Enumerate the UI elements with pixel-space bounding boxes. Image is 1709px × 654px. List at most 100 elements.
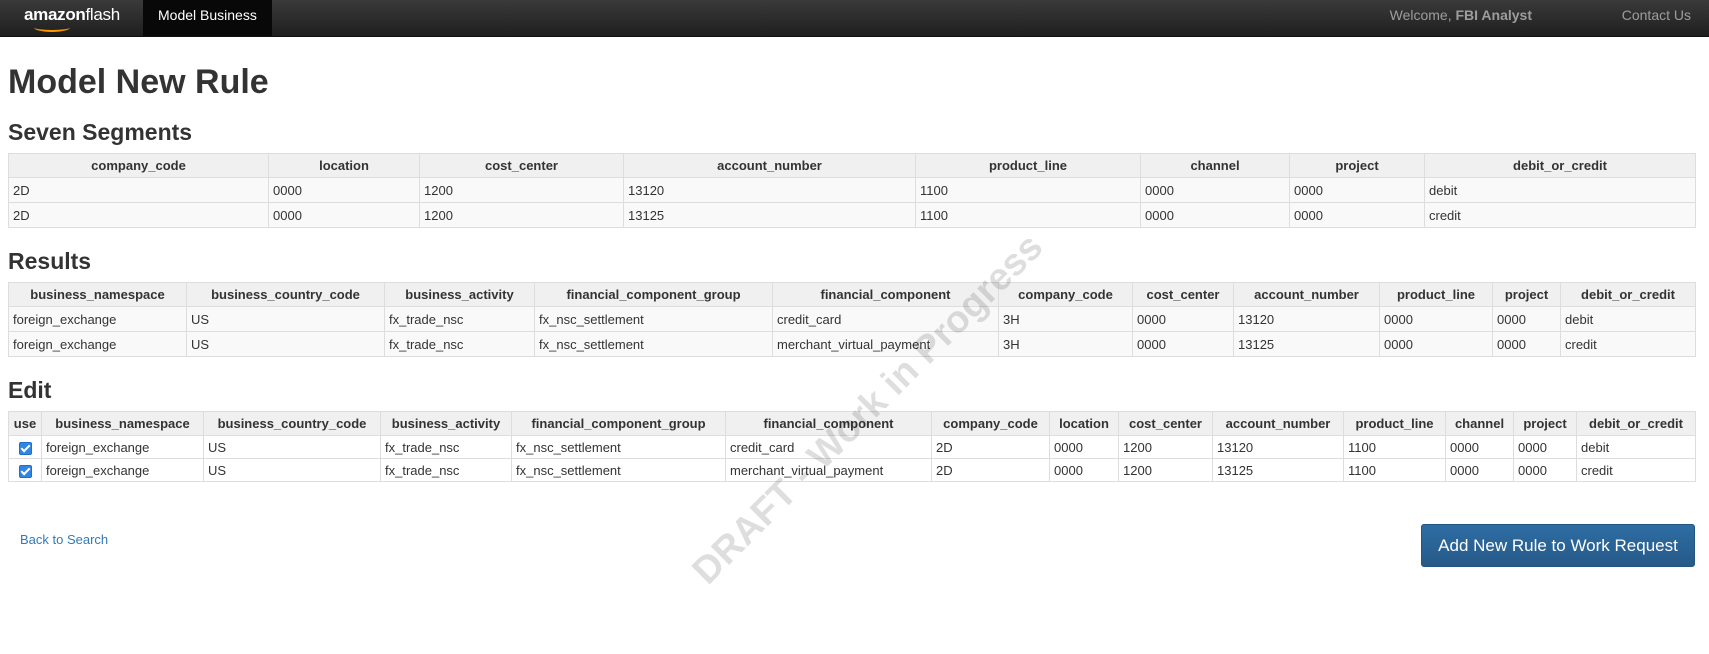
seven-segments-heading: Seven Segments [8, 119, 193, 145]
add-new-rule-button[interactable]: Add New Rule to Work Request [1421, 524, 1695, 567]
seven-segments-table: company_code location cost_center account_n… [8, 153, 1696, 228]
table-header-row: company_code location cost_center account_n… [8, 153, 1696, 178]
table-cell: foreign_exchange [41, 458, 204, 482]
table-cell: fx_trade_nsc [380, 435, 512, 459]
table-cell: 0000 [1132, 306, 1234, 332]
table-cell: fx_nsc_settlement [534, 306, 773, 332]
column-header-account-number: account_number [1212, 411, 1344, 436]
use-checkbox[interactable] [18, 464, 32, 478]
results-table: business_namespace business_country_code b… [8, 282, 1696, 357]
column-header-business-activity: business_activity [384, 282, 535, 307]
table-cell: 0000 [1289, 177, 1425, 203]
column-header-project: project [1513, 411, 1577, 436]
table-cell: 1100 [915, 202, 1141, 228]
table-cell: 0000 [1379, 331, 1493, 357]
table-cell: foreign_exchange [41, 435, 204, 459]
column-header-financial-component-group: financial_component_group [534, 282, 773, 307]
table-cell: 13125 [1212, 458, 1344, 482]
table-cell: US [203, 458, 381, 482]
table-cell: 0000 [1140, 202, 1290, 228]
table-cell: 13120 [1212, 435, 1344, 459]
table-cell: 0000 [1445, 458, 1514, 482]
table-cell: foreign_exchange [8, 331, 187, 357]
table-cell: 13120 [623, 177, 916, 203]
table-cell: 13120 [1233, 306, 1380, 332]
table-row: foreign_exchange US fx_trade_nsc fx_nsc_set… [8, 331, 1696, 357]
table-cell: debit [1560, 306, 1696, 332]
table-cell: credit [1424, 202, 1696, 228]
table-cell: fx_trade_nsc [384, 306, 535, 332]
column-header-product-line: product_line [1379, 282, 1493, 307]
column-header-company-code: company_code [931, 411, 1050, 436]
table-row: foreign_exchange US fx_trade_nsc fx_nsc_set… [8, 435, 1696, 459]
table-cell: US [186, 306, 385, 332]
use-checkbox[interactable] [18, 441, 32, 455]
table-cell: 0000 [1445, 435, 1514, 459]
column-header-channel: channel [1445, 411, 1514, 436]
table-cell: 0000 [1140, 177, 1290, 203]
table-cell: 1200 [1118, 458, 1213, 482]
table-cell: US [203, 435, 381, 459]
table-cell: 2D [931, 435, 1050, 459]
user-name: FBI Analyst [1455, 7, 1533, 23]
table-cell: debit [1576, 435, 1696, 459]
table-cell: fx_trade_nsc [380, 458, 512, 482]
table-cell: 1200 [419, 177, 624, 203]
table-cell: fx_trade_nsc [384, 331, 535, 357]
table-header-row: business_namespace business_country_code b… [8, 282, 1696, 307]
table-cell: 2D [8, 202, 269, 228]
table-cell: foreign_exchange [8, 306, 187, 332]
table-row: foreign_exchange US fx_trade_nsc fx_nsc_set… [8, 458, 1696, 482]
column-header-business-activity: business_activity [380, 411, 512, 436]
table-cell: 0000 [1492, 331, 1561, 357]
table-cell: 0000 [1513, 435, 1577, 459]
table-cell: 0000 [1289, 202, 1425, 228]
table-cell: 13125 [1233, 331, 1380, 357]
contact-us-link[interactable]: Contact Us [1622, 0, 1691, 31]
draft-watermark: DRAFT - Work in Progress [684, 225, 1052, 593]
column-header-business-namespace: business_namespace [8, 282, 187, 307]
edit-heading: Edit [8, 377, 52, 403]
welcome-prefix: Welcome, [1389, 7, 1452, 23]
table-cell: 0000 [268, 177, 420, 203]
column-header-account-number: account_number [623, 153, 916, 178]
column-header-project: project [1492, 282, 1561, 307]
table-cell: fx_nsc_settlement [511, 458, 726, 482]
table-cell: 3H [998, 306, 1133, 332]
column-header-account-number: account_number [1233, 282, 1380, 307]
column-header-financial-component-group: financial_component_group [511, 411, 726, 436]
amazon-flash-logo[interactable]: amazonflash [24, 5, 121, 32]
edit-table: use business_namespace business_country_co… [8, 411, 1696, 482]
brand-main-text: amazon [24, 5, 86, 24]
use-cell [8, 435, 42, 459]
table-cell: 0000 [1379, 306, 1493, 332]
table-cell: 2D [8, 177, 269, 203]
table-cell: credit [1576, 458, 1696, 482]
column-header-financial-component: financial_component [725, 411, 932, 436]
column-header-product-line: product_line [1343, 411, 1446, 436]
table-cell: 3H [998, 331, 1133, 357]
column-header-use: use [8, 411, 42, 436]
table-cell: 1100 [1343, 435, 1446, 459]
table-cell: merchant_virtual_payment [725, 458, 932, 482]
table-cell: US [186, 331, 385, 357]
column-header-cost-center: cost_center [1118, 411, 1213, 436]
column-header-business-namespace: business_namespace [41, 411, 204, 436]
table-cell: 0000 [1132, 331, 1234, 357]
column-header-business-country-code: business_country_code [186, 282, 385, 307]
table-cell: 0000 [1049, 458, 1119, 482]
column-header-company-code: company_code [8, 153, 269, 178]
page-title: Model New Rule [8, 63, 269, 101]
table-cell: 2D [931, 458, 1050, 482]
table-cell: 0000 [1492, 306, 1561, 332]
table-cell: credit_card [772, 306, 999, 332]
column-header-location: location [268, 153, 420, 178]
back-to-search-link[interactable]: Back to Search [20, 532, 108, 547]
table-cell: 0000 [1513, 458, 1577, 482]
nav-item-model-business[interactable]: Model Business [143, 0, 272, 36]
table-cell: 0000 [1049, 435, 1119, 459]
table-cell: 0000 [268, 202, 420, 228]
table-cell: credit [1560, 331, 1696, 357]
table-cell: 1100 [1343, 458, 1446, 482]
brand-sub-text: flash [85, 5, 121, 24]
